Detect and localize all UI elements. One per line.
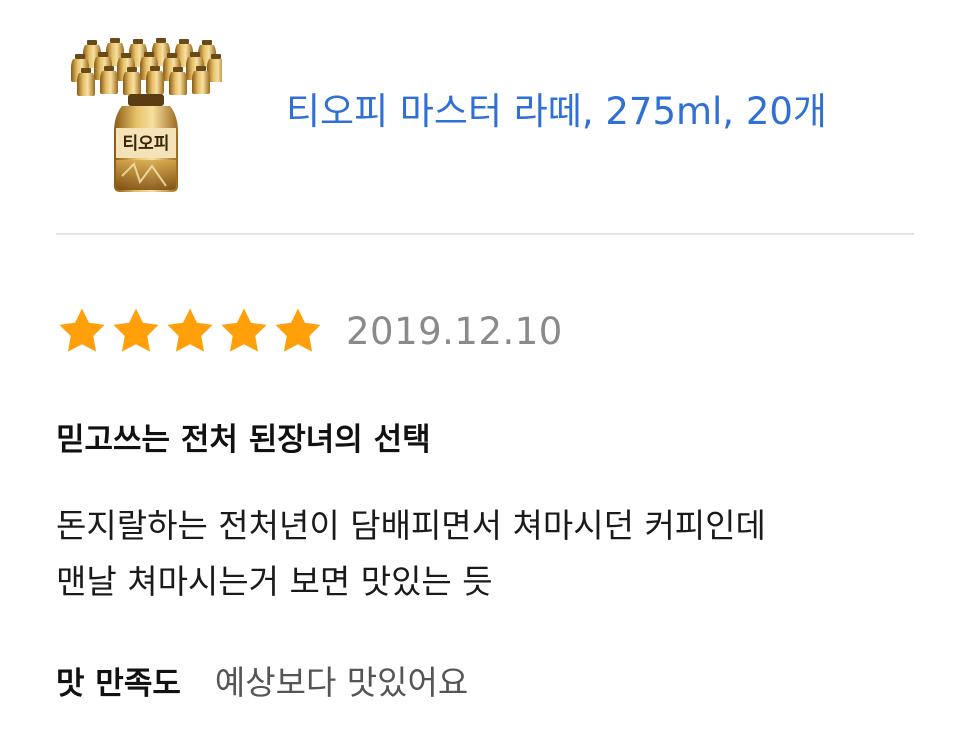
star-icon — [167, 308, 213, 352]
section-divider — [56, 233, 914, 235]
review-date: 2019.12.10 — [346, 309, 563, 353]
review-body-line: 맨날 쳐마시는거 보면 맛있는 듯 — [56, 562, 493, 601]
taste-survey: 맛 만족도 예상보다 맛있어요 — [56, 656, 468, 704]
review-body: 돈지랄하는 전처년이 담배피면서 쳐마시던 커피인데 맨날 쳐마시는거 보면 맛… — [56, 498, 916, 610]
bottle-pack-icon: 티오피 — [71, 38, 225, 192]
review-title: 믿고쓰는 전처 된장녀의 선택 — [56, 422, 431, 458]
star-icon — [221, 308, 267, 352]
review-body-line: 돈지랄하는 전처년이 담배피면서 쳐마시던 커피인데 — [56, 506, 766, 545]
star-icon — [275, 308, 321, 352]
rating-row: 2019.12.10 — [56, 302, 756, 360]
review-page: 티오피 티오피 마스터 라떼, 275ml, 20개 2019.12.10 믿고… — [0, 0, 960, 748]
product-image[interactable]: 티오피 — [70, 36, 225, 196]
survey-answer: 예상보다 맛있어요 — [214, 663, 469, 702]
survey-label: 맛 만족도 — [56, 665, 181, 702]
star-icon — [59, 308, 105, 352]
star-icon — [113, 308, 159, 352]
product-name-link[interactable]: 티오피 마스터 라떼, 275ml, 20개 — [286, 88, 827, 136]
svg-text:티오피: 티오피 — [123, 134, 170, 154]
product-header: 티오피 티오피 마스터 라떼, 275ml, 20개 — [58, 28, 914, 198]
star-rating — [56, 305, 324, 357]
